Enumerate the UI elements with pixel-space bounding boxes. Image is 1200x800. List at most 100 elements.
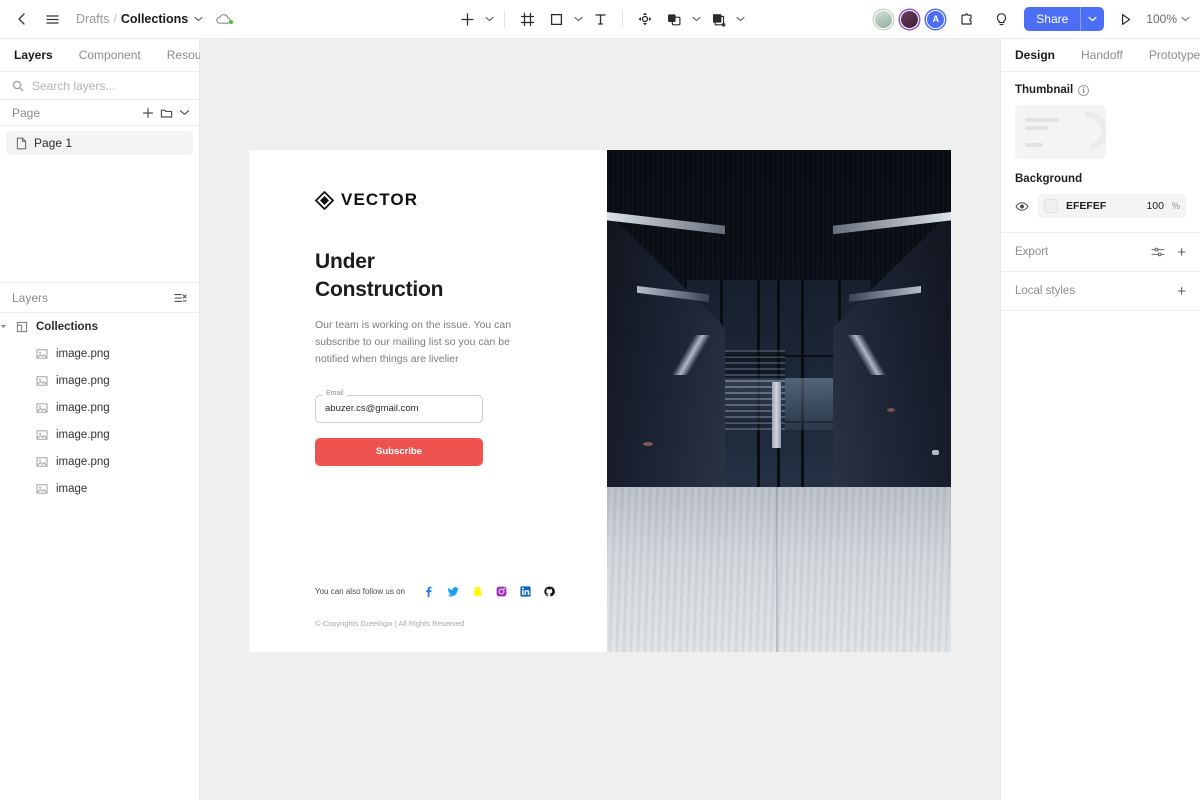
hamburger-menu-icon[interactable] [38, 5, 66, 33]
opacity-unit-label: % [1171, 201, 1180, 211]
plus-icon[interactable]: + [1177, 284, 1186, 299]
tab-component[interactable]: Component [79, 48, 141, 62]
tab-handoff[interactable]: Handoff [1081, 48, 1123, 62]
layer-row-image-2[interactable]: image.png [0, 367, 199, 394]
share-button-label: Share [1036, 12, 1069, 26]
layer-row-collections[interactable]: Collections [0, 313, 199, 340]
page-list-item-page-1[interactable]: Page 1 [6, 131, 193, 155]
logo-text: VECTOR [341, 190, 419, 209]
tab-prototype[interactable]: Prototype [1149, 48, 1200, 62]
email-field[interactable]: abuzer.cs@gmail.com [315, 394, 483, 423]
frame-tool[interactable] [513, 5, 541, 33]
search-layers-bar[interactable] [0, 72, 199, 100]
toolbar-left-group: Drafts / Collections [0, 5, 234, 33]
dark-architecture-corridor-photo [607, 150, 951, 652]
sync-status-dot [229, 19, 234, 24]
layer-row-image-3[interactable]: image.png [0, 394, 199, 421]
background-opacity-value[interactable]: 100 [1146, 200, 1164, 212]
tab-design[interactable]: Design [1015, 48, 1055, 62]
github-icon[interactable] [543, 585, 555, 597]
frame-icon [14, 321, 30, 333]
local-styles-section-header: Local styles + [1001, 272, 1200, 311]
thumbnail-section: Thumbnail i Background EFEFEF 100 % [1001, 72, 1200, 233]
photo-column [772, 382, 781, 448]
background-hex-value[interactable]: EFEFEF [1066, 200, 1138, 212]
layer-row-image-1[interactable]: image.png [0, 340, 199, 367]
chevron-left-icon[interactable] [8, 5, 36, 33]
layer-label: image [56, 482, 88, 495]
search-input[interactable] [32, 78, 182, 93]
eye-icon[interactable] [1015, 201, 1029, 212]
right-panel-tabs: Design Handoff Prototype [1001, 39, 1200, 72]
facebook-icon[interactable] [423, 585, 435, 597]
chevron-down-icon[interactable] [194, 16, 203, 22]
top-toolbar: Drafts / Collections A Share 100% [0, 0, 1200, 39]
background-color-chip[interactable]: EFEFEF 100 % [1038, 194, 1186, 218]
mask-tool[interactable] [704, 5, 732, 33]
plus-icon[interactable]: + [1177, 245, 1186, 260]
boolean-tool[interactable] [660, 5, 688, 33]
subscribe-button[interactable]: Subscribe [315, 437, 483, 466]
thumbnail-line [1025, 118, 1059, 122]
collaborator-avatar-3[interactable]: A [926, 9, 946, 29]
sliders-icon[interactable] [1151, 246, 1165, 258]
collaborator-avatar-2[interactable] [900, 9, 920, 29]
photo-right-reflection [845, 335, 891, 375]
social-follow-row: You can also follow us on [315, 585, 555, 597]
image-icon [34, 402, 50, 414]
add-tool[interactable] [453, 5, 481, 33]
cloud-sync-icon[interactable] [215, 13, 234, 26]
share-button[interactable]: Share [1024, 7, 1105, 31]
artboard-photo-panel [607, 150, 951, 652]
local-styles-section-actions: + [1177, 284, 1186, 299]
tab-layers[interactable]: Layers [14, 48, 53, 62]
expand-arrow-icon[interactable] [0, 324, 14, 329]
text-tool[interactable] [586, 5, 614, 33]
color-swatch[interactable] [1044, 199, 1058, 213]
layer-row-image-6[interactable]: image [0, 475, 199, 502]
plugin-icon[interactable] [952, 5, 980, 33]
background-color-row: EFEFEF 100 % [1015, 194, 1186, 218]
mask-tool-chevron-down-icon[interactable] [733, 5, 747, 33]
thumbnail-preview[interactable] [1015, 105, 1106, 159]
instagram-icon[interactable] [495, 585, 507, 597]
plus-icon[interactable] [142, 107, 154, 119]
breadcrumb-separator: / [113, 12, 117, 26]
layer-row-image-5[interactable]: image.png [0, 448, 199, 475]
page-subtext: Our team is working on the issue. You ca… [315, 318, 512, 366]
info-icon[interactable]: i [1078, 84, 1090, 96]
canvas-area[interactable]: VECTOR Under Construction Our team is wo… [200, 39, 1000, 800]
image-icon [34, 483, 50, 495]
shape-tool[interactable] [542, 5, 570, 33]
play-present-icon[interactable] [1111, 5, 1139, 33]
export-section-title: Export [1015, 246, 1049, 258]
add-tool-chevron-down-icon[interactable] [482, 5, 496, 33]
move-tool[interactable] [631, 5, 659, 33]
share-chevron-down-icon[interactable] [1080, 7, 1104, 31]
chevron-down-icon[interactable] [179, 109, 190, 116]
search-icon [12, 80, 24, 92]
breadcrumb: Drafts / Collections [76, 12, 203, 26]
collapse-all-icon[interactable] [174, 292, 187, 304]
snapchat-icon[interactable] [471, 585, 483, 597]
folder-icon[interactable] [160, 107, 173, 119]
breadcrumb-parent[interactable]: Drafts [76, 12, 109, 26]
shape-tool-chevron-down-icon[interactable] [571, 5, 585, 33]
layer-label: image.png [56, 428, 110, 441]
breadcrumb-current[interactable]: Collections [121, 12, 188, 26]
artboard-collections[interactable]: VECTOR Under Construction Our team is wo… [249, 150, 951, 652]
layer-row-image-4[interactable]: image.png [0, 421, 199, 448]
zoom-level-control[interactable]: 100% [1146, 12, 1190, 26]
twitter-icon[interactable] [447, 585, 459, 597]
comment-bulb-icon[interactable] [987, 5, 1015, 33]
thumbnail-watermark [1060, 105, 1106, 159]
boolean-tool-chevron-down-icon[interactable] [689, 5, 703, 33]
email-field-wrapper: abuzer.cs@gmail.com Email [315, 389, 483, 423]
photo-warm-glow-left [643, 442, 653, 446]
thumbnail-section-title: Thumbnail i [1015, 84, 1186, 96]
page-icon [16, 137, 27, 150]
linkedin-icon[interactable] [519, 585, 531, 597]
layer-label: image.png [56, 401, 110, 414]
collaborator-avatar-1[interactable] [874, 9, 894, 29]
layers-section-title: Layers [12, 290, 49, 305]
